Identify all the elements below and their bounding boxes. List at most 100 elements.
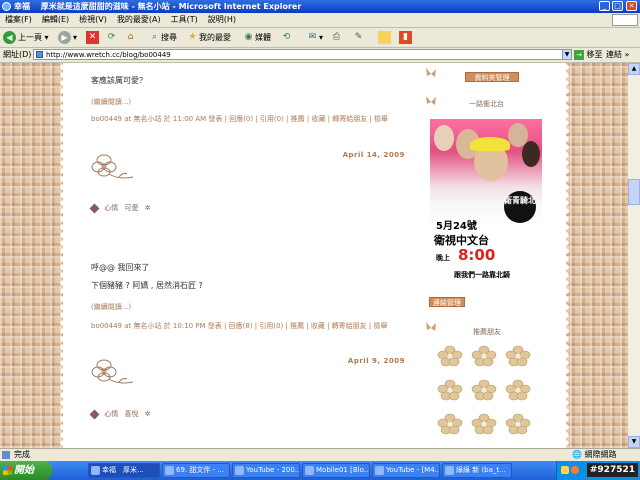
visitor-avatar[interactable] bbox=[505, 345, 531, 367]
maximize-button[interactable]: □ bbox=[612, 1, 623, 11]
refresh-button[interactable]: ⟳ bbox=[105, 30, 118, 45]
mail-icon: ✉ bbox=[308, 32, 317, 42]
ad-hat bbox=[470, 137, 510, 151]
scroll-up-icon[interactable]: ▲ bbox=[628, 63, 640, 75]
address-dropdown-icon[interactable]: ▼ bbox=[562, 49, 572, 60]
menu-edit[interactable]: 編輯(E) bbox=[37, 13, 74, 27]
status-bar: 完成 🌐 網際網路 bbox=[0, 448, 640, 461]
ad-date: 5月24號 bbox=[436, 221, 477, 232]
taskbar-item[interactable]: YouTube - [M4... bbox=[372, 463, 440, 478]
main-column: 客應該厲可愛？ (繼續閱讀...) bo00449 at 無名小站 於 11:0… bbox=[85, 63, 417, 448]
back-arrow-icon: ◀ bbox=[3, 31, 16, 44]
heart-icon bbox=[89, 203, 100, 213]
vertical-scrollbar[interactable]: ▲ ▼ bbox=[628, 63, 640, 448]
ad-time: 8:00 bbox=[458, 246, 496, 264]
scroll-thumb[interactable] bbox=[628, 179, 640, 205]
visitor-avatar[interactable] bbox=[471, 379, 497, 401]
search-icon: ⌕ bbox=[151, 32, 158, 42]
forward-button[interactable]: ▶ ▾ bbox=[58, 30, 77, 45]
windows-flag-icon bbox=[3, 466, 12, 475]
menu-tools[interactable]: 工具(T) bbox=[166, 13, 203, 27]
scroll-down-icon[interactable]: ▼ bbox=[628, 436, 640, 448]
butterfly-icon bbox=[426, 96, 436, 105]
menu-favorites[interactable]: 我的最愛(A) bbox=[112, 13, 166, 27]
home-icon: ⌂ bbox=[127, 32, 134, 42]
visitor-avatar[interactable] bbox=[505, 413, 531, 435]
links-button[interactable]: 連結 » bbox=[606, 48, 629, 62]
post-mood: 心情 喜悅 ✲ bbox=[89, 409, 151, 419]
go-button[interactable]: → 移至 bbox=[574, 48, 603, 62]
back-button[interactable]: ◀ 上一頁 ▾ bbox=[3, 30, 49, 45]
visitor-avatar[interactable] bbox=[437, 379, 463, 401]
media-button[interactable]: ◉ 媒體 bbox=[242, 30, 271, 45]
windows-logo bbox=[612, 14, 638, 26]
close-button[interactable]: ✕ bbox=[626, 1, 637, 11]
tray-icon[interactable] bbox=[571, 466, 579, 474]
ie-icon bbox=[2, 2, 11, 11]
media-icon: ◉ bbox=[244, 32, 253, 42]
address-label: 網址(D) bbox=[3, 50, 32, 59]
post-body-line: 呼@@ 我回來了 bbox=[91, 263, 150, 272]
home-button[interactable]: ⌂ bbox=[124, 30, 137, 45]
visitor-avatar[interactable] bbox=[505, 379, 531, 401]
print-button[interactable]: ⎙ bbox=[330, 30, 343, 45]
taskbar-item[interactable]: 69. 甜文伴 - ... bbox=[162, 463, 230, 478]
visitor-avatar[interactable] bbox=[471, 345, 497, 367]
edit-button[interactable]: ✎ bbox=[352, 30, 365, 45]
history-button[interactable]: ⟲ bbox=[280, 30, 293, 45]
menu-bar: 檔案(F) 編輯(E) 檢視(V) 我的最愛(A) 工具(T) 說明(H) bbox=[0, 13, 640, 28]
favorites-button[interactable]: ★ 我的最愛 bbox=[186, 30, 231, 45]
butterfly-icon bbox=[426, 68, 436, 77]
page-content: 客應該厲可愛？ (繼續閱讀...) bo00449 at 無名小站 於 11:0… bbox=[0, 63, 628, 448]
note-icon bbox=[378, 31, 391, 44]
minimize-button[interactable]: _ bbox=[599, 1, 610, 11]
visitor-avatar[interactable] bbox=[437, 345, 463, 367]
link-manage-button[interactable]: 連結管理 bbox=[429, 297, 465, 307]
search-button[interactable]: ⌕ 搜尋 bbox=[148, 30, 177, 45]
visitor-avatar[interactable] bbox=[437, 413, 463, 435]
mail-button[interactable]: ✉ ▾ bbox=[306, 30, 323, 45]
taskbar-item[interactable]: 幸福 厚米... bbox=[88, 463, 160, 478]
post-meta[interactable]: bo00449 at 無名小站 於 11:00 AM 發表 | 回應(0) | … bbox=[91, 113, 409, 125]
printer-icon: ⎙ bbox=[332, 32, 341, 42]
visitor-avatar[interactable] bbox=[471, 413, 497, 435]
post-date: April 9, 2009 bbox=[347, 357, 405, 365]
tray-icon[interactable] bbox=[561, 466, 569, 474]
taskbar-item[interactable]: YouTube - 200... bbox=[232, 463, 300, 478]
go-arrow-icon: → bbox=[574, 49, 584, 60]
stop-icon: ✕ bbox=[86, 31, 99, 44]
mood-star-icon: ✲ bbox=[144, 410, 151, 418]
ie-icon bbox=[305, 466, 314, 475]
profile-manage-button[interactable]: 資料夾管理 bbox=[465, 72, 519, 82]
history-icon: ⟲ bbox=[282, 32, 291, 42]
window-title: 幸福 厚米就是這麼甜甜的滋味 - 無名小站 - Microsoft Intern… bbox=[14, 2, 302, 11]
post-mood: 心情 可愛 ✲ bbox=[89, 203, 151, 213]
flower-decoration bbox=[91, 359, 134, 384]
read-more-link[interactable]: (繼續閱讀...) bbox=[91, 97, 131, 107]
post-meta[interactable]: bo00449 at 無名小站 於 10:10 PM 發表 | 回應(8) | … bbox=[91, 320, 409, 332]
ad-person bbox=[434, 125, 454, 151]
notes-button[interactable] bbox=[378, 30, 391, 45]
menu-help[interactable]: 說明(H) bbox=[203, 13, 241, 27]
star-icon: ★ bbox=[188, 32, 197, 42]
edit-icon: ✎ bbox=[354, 32, 363, 42]
taskbar: 開始 幸福 厚米... 69. 甜文伴 - ... YouTube - 200.… bbox=[0, 461, 640, 480]
address-url: http://www.wretch.cc/blog/bo00449 bbox=[46, 51, 171, 59]
ad-badge: 衛青騎北 bbox=[504, 191, 536, 223]
address-bar: 網址(D) http://www.wretch.cc/blog/bo00449 … bbox=[0, 48, 640, 63]
watermark: #927521 bbox=[586, 463, 638, 477]
taskbar-item[interactable]: Mobile01 [Blo... bbox=[302, 463, 370, 478]
addon-button[interactable]: ▮ bbox=[399, 30, 412, 45]
butterfly-icon bbox=[426, 322, 436, 331]
ad-time-prefix: 晚上 bbox=[436, 254, 450, 262]
stop-button[interactable]: ✕ bbox=[86, 30, 99, 45]
read-more-link[interactable]: (繼續閱讀...) bbox=[91, 302, 131, 312]
menu-view[interactable]: 檢視(V) bbox=[74, 13, 112, 27]
start-button[interactable]: 開始 bbox=[0, 461, 52, 480]
ie-icon bbox=[91, 466, 100, 475]
taskbar-item[interactable]: 綠綠 新 (ba_t... bbox=[442, 463, 512, 478]
title-bar: 幸福 厚米就是這麼甜甜的滋味 - 無名小站 - Microsoft Intern… bbox=[0, 0, 640, 13]
address-input[interactable]: http://www.wretch.cc/blog/bo00449 bbox=[33, 49, 565, 60]
tv-ad-banner[interactable]: 衛青騎北 5月24號 衛視中文台 晚上 8:00 跟我們一路靠北騎 bbox=[430, 119, 542, 297]
menu-file[interactable]: 檔案(F) bbox=[0, 13, 37, 27]
